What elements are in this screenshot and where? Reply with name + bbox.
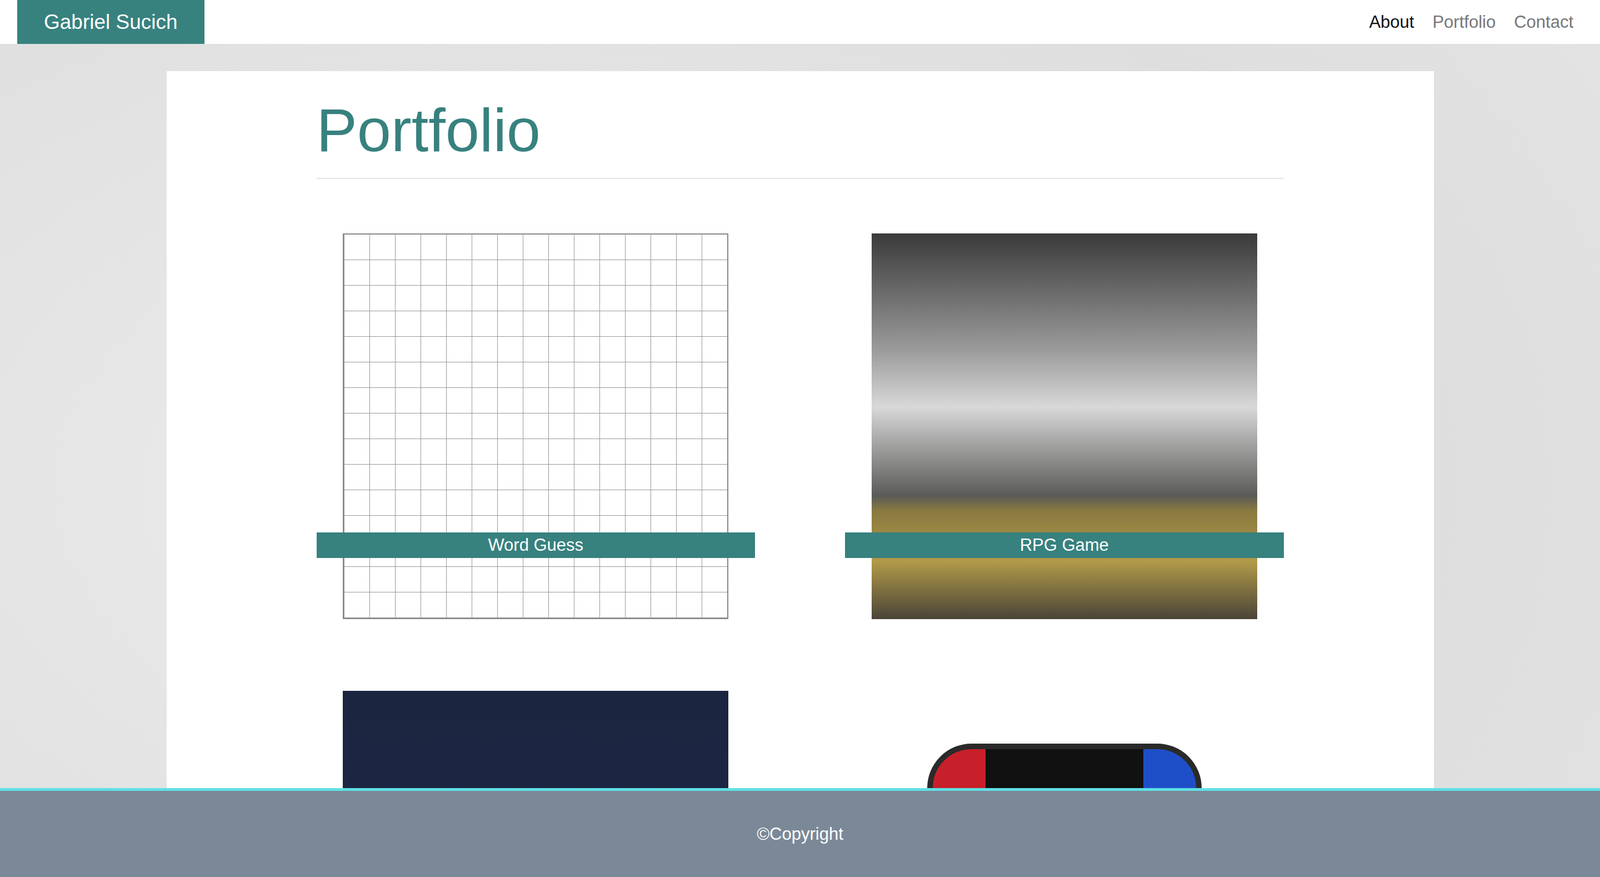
project-item[interactable]: RPG Game xyxy=(845,233,1284,619)
nav-link[interactable]: Portfolio xyxy=(1432,12,1496,33)
project-item[interactable]: Word Guess xyxy=(316,233,756,619)
project-caption[interactable]: Word Guess xyxy=(316,532,756,558)
project-caption[interactable]: RPG Game xyxy=(845,532,1284,558)
nav-link[interactable]: About xyxy=(1368,12,1414,33)
project-image[interactable] xyxy=(871,233,1258,619)
brand-link[interactable]: Gabriel Sucich xyxy=(17,0,205,44)
footer: ©Copyright xyxy=(0,787,1600,877)
navbar: Gabriel Sucich About Portfolio Contact xyxy=(0,0,1600,44)
project-grid: Word Guess RPG Game xyxy=(316,233,1284,877)
portfolio-card: Portfolio Word Guess RPG Game xyxy=(166,71,1434,877)
nav-list: About Portfolio Contact xyxy=(1368,12,1574,33)
project-image[interactable] xyxy=(342,233,729,619)
divider xyxy=(316,177,1284,179)
nav-link[interactable]: Contact xyxy=(1513,12,1574,33)
page-heading: Portfolio xyxy=(316,93,1284,167)
